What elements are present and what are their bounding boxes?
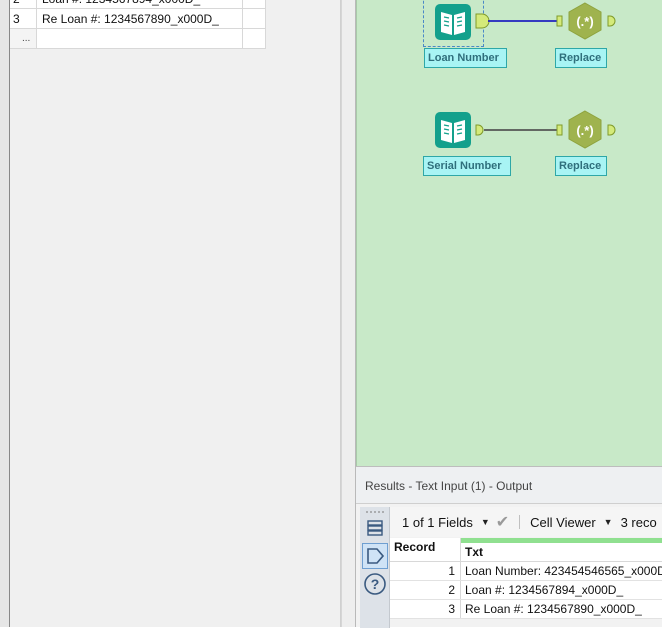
results-panel: Results - Text Input (1) - Output ? 1 of… (356, 466, 662, 628)
workflow-canvas[interactable]: (.*) (.*) Loan Number Replace Serial Num… (356, 0, 662, 466)
table-row[interactable]: 3 Re Loan #: 1234567890_x000D_ (390, 600, 662, 619)
checkmark-icon[interactable]: ✔ (496, 512, 509, 532)
text-input-tool-1[interactable] (435, 4, 471, 40)
grid-row-number: 3 (10, 9, 37, 28)
grid-new-row[interactable]: ... (10, 29, 266, 49)
cell-viewer-selector[interactable]: Cell Viewer (530, 515, 596, 530)
txt-cell[interactable]: Re Loan #: 1234567890_x000D_ (461, 600, 662, 618)
table-header: Record Txt (390, 538, 662, 562)
configuration-panel: 2 Loan #: 1234567894_x000D_ 3 Re Loan #:… (0, 0, 341, 627)
canvas-graphics: (.*) (.*) (435, 2, 616, 149)
results-toolbar: 1 of 1 Fields ▼ ✔ Cell Viewer ▼ 3 reco (390, 507, 662, 537)
tool-label-loan-number[interactable]: Loan Number (424, 48, 507, 68)
cell-viewer-dropdown-icon[interactable]: ▼ (604, 517, 613, 527)
input-anchor-2 (556, 124, 563, 136)
input-anchor-1 (556, 15, 563, 27)
grid-cell-empty[interactable] (243, 9, 266, 28)
grid-cell[interactable]: Loan #: 1234567894_x000D_ (37, 0, 243, 8)
regex-output-anchor-2 (607, 124, 616, 136)
results-table: Record Txt 1 Loan Number: 423454546565_x… (390, 538, 662, 619)
panel-gutter (0, 0, 10, 627)
record-number: 3 (390, 600, 461, 618)
grid-row[interactable]: 2 Loan #: 1234567894_x000D_ (10, 0, 266, 9)
toolbar-separator (519, 515, 521, 529)
fields-selector[interactable]: 1 of 1 Fields (402, 515, 473, 530)
results-side-toolbar: ? (360, 507, 390, 628)
text-input-tool-2[interactable] (435, 112, 471, 148)
regex-tool-2[interactable]: (.*) (568, 110, 602, 149)
results-title: Results - Text Input (1) - Output (356, 467, 662, 504)
regex-symbol-2: (.*) (576, 123, 593, 138)
text-input-grid: 2 Loan #: 1234567894_x000D_ 3 Re Loan #:… (10, 0, 266, 49)
tag-view-icon[interactable] (362, 543, 388, 569)
regex-symbol-1: (.*) (576, 14, 593, 29)
tool-label-serial-number[interactable]: Serial Number (423, 156, 511, 176)
table-row[interactable]: 2 Loan #: 1234567894_x000D_ (390, 581, 662, 600)
grid-cell-empty[interactable] (243, 0, 266, 8)
txt-cell[interactable]: Loan Number: 423454546565_x000D_ (461, 562, 662, 580)
grid-row-number: 2 (10, 0, 37, 8)
grid-cell[interactable] (37, 29, 243, 48)
column-header-txt[interactable]: Txt (461, 538, 662, 561)
panel-splitter[interactable] (341, 0, 356, 627)
grid-row[interactable]: 3 Re Loan #: 1234567890_x000D_ (10, 9, 266, 29)
txt-cell[interactable]: Loan #: 1234567894_x000D_ (461, 581, 662, 599)
grid-cell[interactable]: Re Loan #: 1234567890_x000D_ (37, 9, 243, 28)
output-anchor-2 (475, 124, 484, 136)
grid-new-row-marker: ... (10, 29, 37, 48)
regex-tool-1[interactable]: (.*) (568, 2, 602, 40)
record-count: 3 reco (620, 514, 657, 530)
svg-text:?: ? (371, 576, 380, 592)
tool-label-replace-2[interactable]: Replace (555, 156, 607, 176)
column-header-record[interactable]: Record (390, 538, 461, 561)
fields-dropdown-icon[interactable]: ▼ (481, 517, 490, 527)
record-number: 2 (390, 581, 461, 599)
table-row[interactable]: 1 Loan Number: 423454546565_x000D_ (390, 562, 662, 581)
record-number: 1 (390, 562, 461, 580)
output-anchor-1 (475, 13, 490, 29)
help-icon[interactable]: ? (362, 571, 388, 597)
regex-output-anchor-1 (607, 15, 616, 27)
tool-label-replace-1[interactable]: Replace (555, 48, 607, 68)
list-view-icon[interactable] (362, 515, 388, 541)
grid-cell-empty[interactable] (243, 29, 266, 48)
